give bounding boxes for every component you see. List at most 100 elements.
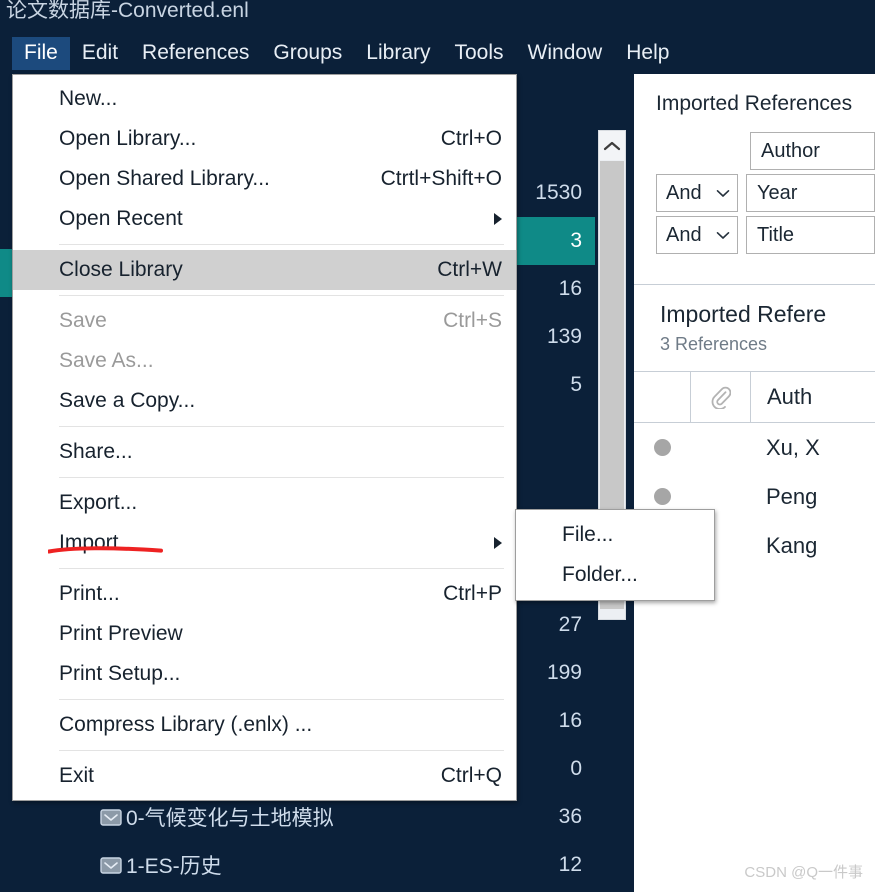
menu-item-label: Save a Copy... (59, 389, 196, 412)
menu-item-label: Open Recent (59, 207, 183, 230)
menu-item-label: Save As... (59, 349, 154, 372)
read-status-cell[interactable] (634, 439, 690, 456)
menu-item-shortcut: Ctrl+O (440, 127, 502, 150)
search-field-select-1[interactable]: Author (750, 132, 875, 170)
tree-item-count: 3 (515, 217, 595, 265)
file-menu-item-save-a-copy[interactable]: Save a Copy... (13, 381, 516, 421)
table-row[interactable]: Xu, X (634, 423, 875, 472)
file-menu-item-compress-library-enlx[interactable]: Compress Library (.enlx) ... (13, 705, 516, 745)
menu-item-label: Folder... (562, 563, 638, 586)
file-menu-item-open-shared-library[interactable]: Open Shared Library... Ctrtl+Shift+O (13, 159, 516, 199)
menu-item-label: Exit (59, 764, 95, 787)
search-field-select-2[interactable]: Year (746, 174, 875, 212)
menu-separator (59, 477, 504, 478)
file-menu-item-import[interactable]: Import (13, 523, 516, 563)
import-submenu-item-folder[interactable]: Folder... (516, 555, 714, 595)
search-field-select-3[interactable]: Title (746, 216, 875, 254)
menu-item-shortcut: Ctrl+S (443, 309, 502, 332)
menu-bar: File Edit References Groups Library Tools Wind… (0, 33, 875, 73)
import-submenu[interactable]: File... Folder... (515, 509, 715, 601)
menu-separator (59, 426, 504, 427)
menu-item-shortcut: Ctrl+P (443, 582, 502, 605)
menu-item-shortcut: Ctrtl+Shift+O (380, 167, 502, 190)
boolean-operator-select-2[interactable]: And (656, 174, 738, 212)
menu-item-label: Print Setup... (59, 662, 181, 685)
file-menu-item-print-setup[interactable]: Print Setup... (13, 654, 516, 694)
boolean-operator-value: And (666, 181, 702, 204)
menubar-item-window[interactable]: Window (516, 37, 615, 70)
menubar-item-references[interactable]: References (130, 37, 261, 70)
results-header: Imported Refere 3 References (634, 285, 875, 355)
menu-separator (59, 295, 504, 296)
menubar-item-library[interactable]: Library (354, 37, 442, 70)
menu-item-label: Open Library... (59, 127, 197, 150)
menu-item-label: Print... (59, 582, 120, 605)
boolean-operator-select-3[interactable]: And (656, 216, 738, 254)
results-count: 3 References (660, 334, 768, 354)
tree-item[interactable]: 1-ES-历史 (0, 841, 515, 889)
tree-item-count: 5 (570, 373, 582, 396)
boolean-operator-value: And (666, 223, 702, 246)
search-builder: Author And Year And Title (634, 116, 875, 256)
file-menu-item-open-library[interactable]: Open Library... Ctrl+O (13, 119, 516, 159)
menubar-item-help[interactable]: Help (614, 37, 681, 70)
menu-item-label: Print Preview (59, 622, 183, 645)
panel-header-title: Imported References (656, 92, 853, 115)
import-submenu-item-file[interactable]: File... (516, 515, 714, 555)
menu-item-shortcut: Ctrl+Q (440, 764, 502, 787)
window-title: 论文数据库-Converted.enl (6, 0, 249, 22)
tree-item-count-empty (515, 457, 595, 505)
tree-item-count: 16 (558, 709, 582, 732)
author-cell: Peng (766, 483, 818, 509)
paperclip-icon (711, 385, 731, 409)
menu-item-label: File... (562, 523, 614, 546)
file-menu-item-print-preview[interactable]: Print Preview (13, 614, 516, 654)
file-menu-dropdown[interactable]: New... Open Library... Ctrl+O Open Shared L… (12, 74, 517, 801)
search-row-3: And Title (634, 214, 875, 256)
menu-item-label: Share... (59, 440, 133, 463)
scroll-up-arrow-icon[interactable] (599, 131, 625, 160)
tree-item-count: 36 (558, 805, 582, 828)
tree-item-count-empty (515, 121, 595, 169)
search-row-2: And Year (634, 172, 875, 214)
author-cell: Kang (766, 532, 818, 558)
submenu-arrow-icon (494, 213, 502, 225)
tree-item-count: 1530 (535, 181, 582, 204)
group-tray-icon (100, 808, 122, 826)
results-title: Imported Refere (660, 301, 827, 327)
author-cell: Xu, X (766, 434, 820, 460)
menu-separator (59, 699, 504, 700)
file-menu-item-close-library[interactable]: Close Library Ctrl+W (13, 250, 516, 290)
tree-item-count-empty (515, 73, 595, 121)
tree-item-count: 16 (558, 277, 582, 300)
unread-dot-icon (653, 439, 671, 456)
column-header-attachment[interactable] (690, 372, 750, 422)
unread-dot-icon (653, 488, 671, 505)
menubar-item-groups[interactable]: Groups (261, 37, 354, 70)
file-menu-item-print[interactable]: Print... Ctrl+P (13, 574, 516, 614)
menubar-item-file[interactable]: File (12, 36, 70, 70)
group-tray-icon (100, 856, 122, 874)
file-menu-item-exit[interactable]: Exit Ctrl+Q (13, 756, 516, 796)
file-menu-item-open-recent[interactable]: Open Recent (13, 199, 516, 239)
file-menu-item-new[interactable]: New... (13, 79, 516, 119)
column-header-readstatus[interactable] (634, 372, 690, 422)
submenu-arrow-icon (494, 537, 502, 549)
tree-item-count: 139 (546, 325, 582, 348)
tree-item-label: 0-气候变化与土地模拟 (126, 807, 334, 830)
menu-item-label: Import (59, 531, 119, 554)
read-status-cell[interactable] (634, 488, 690, 505)
menu-item-shortcut: Ctrl+W (437, 258, 502, 281)
file-menu-item-export[interactable]: Export... (13, 483, 516, 523)
file-menu-item-share[interactable]: Share... (13, 432, 516, 472)
tree-item-label: 1-ES-历史 (126, 855, 222, 878)
groups-count-column: 1530 3 16 139 5 27 199 16 0 36 12 (515, 73, 595, 892)
menu-separator (59, 244, 504, 245)
application-root: 论文数据库-Converted.enl File Edit References Gr… (0, 0, 875, 892)
column-header-author[interactable]: Auth (750, 372, 875, 422)
file-menu-item-save: Save Ctrl+S (13, 301, 516, 341)
tree-item-count: 199 (546, 661, 582, 684)
menubar-item-tools[interactable]: Tools (443, 37, 516, 70)
menubar-item-edit[interactable]: Edit (70, 37, 130, 70)
tree-item-count: 0 (570, 757, 582, 780)
